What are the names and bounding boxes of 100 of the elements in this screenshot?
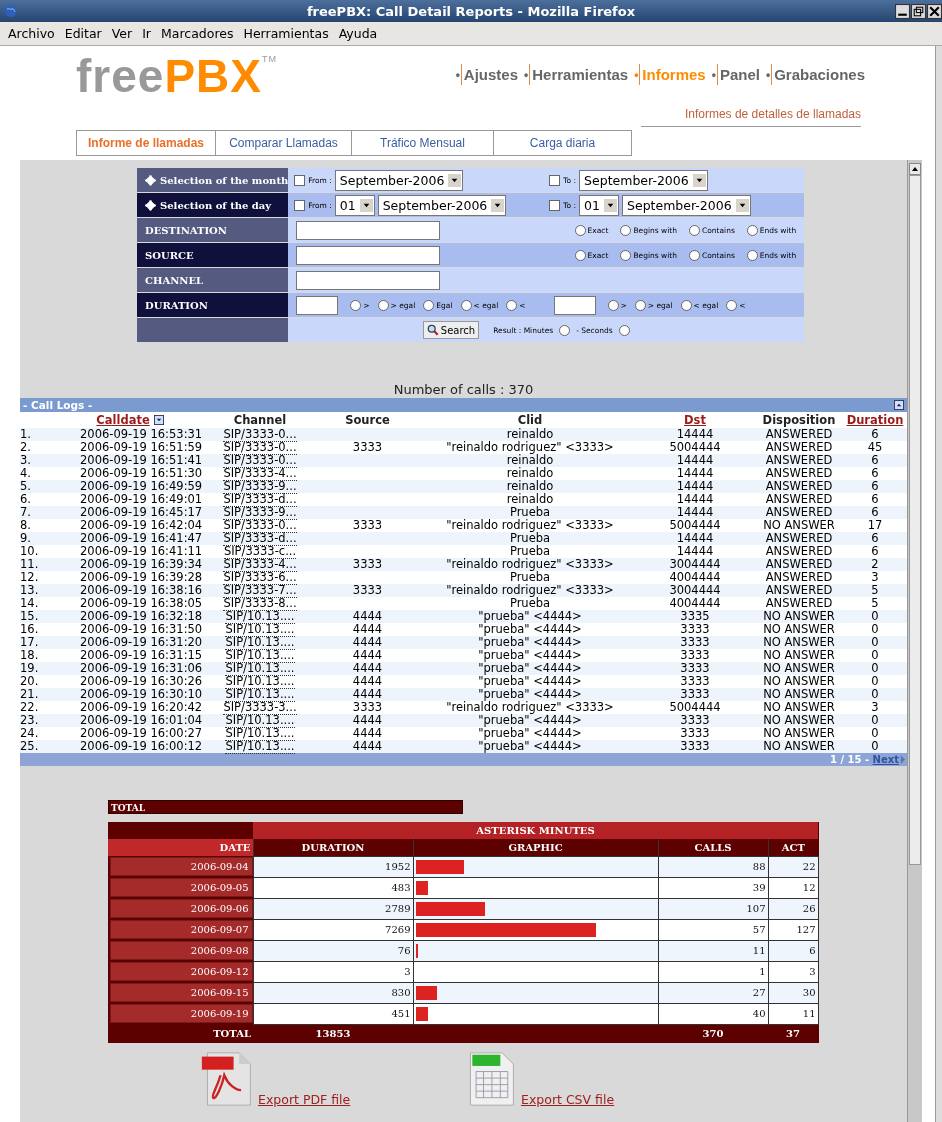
table-cell: 2006-09-19 16:01:04 — [80, 713, 203, 727]
nav-link[interactable]: Ajustes — [460, 64, 521, 85]
scroll-up-icon[interactable] — [908, 163, 921, 175]
sort-icon[interactable] — [153, 415, 164, 425]
table-cell: ANSWERED — [765, 492, 833, 506]
table-cell: 12 — [802, 882, 816, 893]
table-cell: 7269 — [385, 924, 411, 935]
radio-button[interactable] — [634, 299, 646, 311]
table-cell: Prueba — [509, 531, 551, 545]
table-cell: 4444 — [352, 622, 383, 636]
radio-button[interactable] — [746, 249, 758, 261]
radio-button[interactable] — [726, 299, 738, 311]
menu-item[interactable]: Marcadores — [161, 26, 234, 41]
export-link[interactable]: Export CSV file — [521, 1091, 615, 1107]
radio-button[interactable] — [350, 299, 362, 311]
menu-item[interactable]: Ir — [142, 26, 151, 41]
text-field[interactable] — [296, 220, 441, 240]
maximize-icon[interactable] — [911, 3, 926, 19]
month-select[interactable]: September-2006 — [622, 194, 751, 216]
radio-button[interactable] — [574, 249, 586, 261]
table-cell: 5004444 — [669, 700, 721, 714]
table-cell: 6 — [871, 427, 879, 441]
radio-button[interactable] — [574, 224, 586, 236]
table-cell: "prueba" <4444> — [478, 622, 582, 636]
dropdown-icon — [735, 198, 749, 212]
table-cell: 14444 — [676, 466, 714, 480]
table-cell: 5004444 — [669, 440, 721, 454]
table-cell: 14444 — [676, 453, 714, 467]
radio-button[interactable] — [688, 224, 700, 236]
radio-button[interactable] — [607, 299, 619, 311]
table-cell: 3333 — [680, 635, 710, 649]
text-field[interactable] — [296, 270, 441, 290]
table-cell: 2006-09-19 16:39:34 — [80, 557, 203, 571]
sort-link[interactable]: Duration — [846, 413, 904, 427]
table-cell: 4444 — [352, 635, 383, 649]
tab[interactable]: Tráfico Mensual — [352, 130, 494, 156]
nav-link[interactable]: Herramientas — [529, 64, 631, 85]
row-number: 5. — [20, 479, 31, 493]
date-cell: 2006-09-07 — [110, 920, 253, 939]
table-cell: 2006-09-19 16:45:17 — [80, 505, 203, 519]
radio-button[interactable] — [377, 299, 389, 311]
day-select[interactable]: 01 — [334, 194, 375, 216]
table-cell: 14444 — [676, 544, 714, 558]
sort-link[interactable]: Dst — [684, 413, 706, 427]
radio-button[interactable] — [506, 299, 518, 311]
collapse-icon[interactable] — [894, 400, 904, 410]
total-cell: 370 — [702, 1028, 724, 1039]
row-number: 23. — [20, 713, 39, 727]
close-icon[interactable] — [927, 3, 942, 19]
menu-item[interactable]: Archivo — [8, 26, 55, 41]
menu-item[interactable]: Ver — [111, 26, 133, 41]
menu-item[interactable]: Herramientas — [243, 26, 329, 41]
row-number: 22. — [20, 700, 39, 714]
sort-link[interactable]: Calldate — [96, 413, 150, 427]
table-cell: 14444 — [676, 479, 714, 493]
radio-button[interactable] — [559, 324, 571, 336]
table-cell: ANSWERED — [765, 427, 833, 441]
radio-button[interactable] — [680, 299, 692, 311]
checkbox[interactable] — [294, 174, 306, 186]
table-cell: Prueba — [509, 505, 551, 519]
table-cell: 14444 — [676, 505, 714, 519]
month-select[interactable]: September-2006 — [377, 194, 507, 216]
month-select[interactable]: September-2006 — [334, 169, 464, 191]
export-link[interactable]: Export PDF file — [258, 1091, 351, 1107]
nav-link[interactable]: Panel — [716, 64, 762, 85]
radio-button[interactable] — [620, 249, 632, 261]
radio-button[interactable] — [460, 299, 472, 311]
duration-field[interactable] — [296, 295, 339, 315]
tab[interactable]: Comparar Llamadas — [216, 130, 352, 156]
duration-field[interactable] — [553, 295, 596, 315]
tab[interactable]: Carga diaria — [494, 130, 632, 156]
checkbox[interactable] — [549, 199, 561, 211]
column-header: GRAPHIC — [508, 841, 563, 853]
nav-link[interactable]: Grabaciones — [771, 64, 867, 85]
checkbox[interactable] — [549, 174, 561, 186]
month-select[interactable]: September-2006 — [579, 169, 708, 191]
table-cell: 4004444 — [669, 596, 721, 610]
table-cell: "prueba" <4444> — [478, 609, 582, 623]
text-field[interactable] — [296, 245, 441, 265]
table-cell: 830 — [391, 987, 411, 998]
table-cell: 0 — [871, 674, 879, 688]
radio-button[interactable] — [746, 224, 758, 236]
table-cell: 3 — [404, 966, 411, 977]
search-button[interactable]: Search — [422, 321, 480, 339]
radio-button[interactable] — [618, 324, 630, 336]
minimize-icon[interactable] — [895, 3, 910, 19]
table-cell: ANSWERED — [765, 479, 833, 493]
table-cell: 3 — [871, 570, 879, 584]
table-cell: 6 — [809, 945, 816, 956]
checkbox[interactable] — [294, 199, 306, 211]
radio-button[interactable] — [620, 224, 632, 236]
row-number: 6. — [20, 492, 31, 506]
radio-button[interactable] — [423, 299, 435, 311]
column-header: CALLS — [694, 841, 732, 853]
scrollbar[interactable] — [935, 46, 942, 1122]
menu-item[interactable]: Ayuda — [338, 26, 378, 41]
day-select[interactable]: 01 — [579, 194, 619, 216]
menu-item[interactable]: Editar — [64, 26, 102, 41]
radio-button[interactable] — [688, 249, 700, 261]
scrollbar[interactable] — [907, 160, 922, 1122]
